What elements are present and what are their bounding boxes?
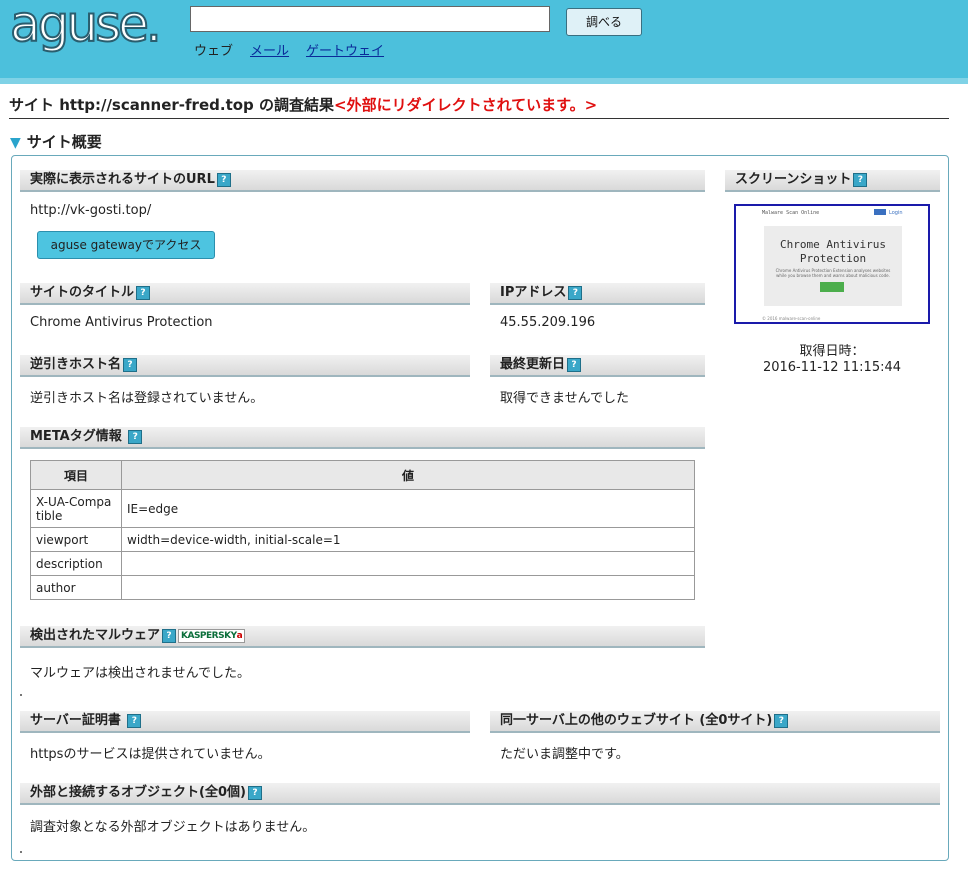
help-icon[interactable]: ? [162, 628, 177, 643]
table-row: description [30, 551, 695, 576]
table-row: X-UA-Compatible IE=edge [30, 489, 695, 528]
help-icon[interactable]: ? [567, 357, 582, 372]
search-input[interactable] [190, 6, 550, 32]
external-objects-value: 調査対象となる外部オブジェクトはありません。 [30, 820, 316, 835]
ip-header: IPアドレス? [490, 283, 705, 305]
screenshot-mini-button [874, 209, 886, 215]
reverse-host-header: 逆引きホスト名? [20, 355, 470, 377]
certificate-header: サーバー証明書 ? [20, 711, 470, 733]
help-icon[interactable]: ? [774, 713, 789, 728]
same-server-value: ただいま調整中です。 [500, 747, 629, 762]
table-row: author [30, 575, 695, 600]
divider-dot [20, 851, 22, 853]
screenshot-date: 取得日時： 2016-11-12 11:15:44 [762, 344, 902, 375]
ip-value: 45.55.209.196 [500, 315, 596, 330]
screenshot-mini-link: Login [889, 210, 903, 216]
screenshot-install-button [820, 282, 844, 292]
help-icon[interactable]: ? [127, 713, 142, 728]
actual-url-value: http://vk-gosti.top/ [30, 203, 152, 218]
help-icon[interactable]: ? [216, 172, 231, 187]
help-icon[interactable]: ? [123, 357, 138, 372]
help-icon[interactable]: ? [568, 285, 583, 300]
table-row: viewport width=device-width, initial-sca… [30, 527, 695, 552]
meta-header: METAタグ情報 ? [20, 427, 705, 449]
nav-gateway[interactable]: ゲートウェイ [306, 40, 384, 59]
site-title-value: Chrome Antivirus Protection [30, 315, 213, 330]
help-icon[interactable]: ? [128, 429, 143, 444]
nav-web[interactable]: ウェブ [194, 40, 233, 59]
screenshot-jumbotron: Chrome Antivirus Protection Chrome Antiv… [764, 226, 902, 306]
nav-mail[interactable]: メール [250, 40, 289, 59]
kaspersky-logo[interactable]: KASPERSKYa [178, 628, 246, 643]
triangle-down-icon: ▼ [10, 135, 21, 151]
site-screenshot[interactable]: Malware Scan Online Login Chrome Antivir… [734, 204, 930, 324]
help-icon[interactable]: ? [247, 785, 262, 800]
last-modified-value: 取得できませんでした [500, 391, 629, 406]
external-objects-header: 外部と接続するオブジェクト(全0個)? [20, 783, 940, 805]
screenshot-header: スクリーンショット? [725, 170, 940, 192]
actual-url-header: 実際に表示されるサイトのURL? [20, 170, 705, 192]
reverse-host-value: 逆引きホスト名は登録されていません。 [30, 391, 264, 406]
meta-col-key: 項目 [30, 460, 122, 490]
malware-value: マルウェアは検出されませんでした。 [30, 666, 250, 681]
last-modified-header: 最終更新日? [490, 355, 705, 377]
section-title[interactable]: ▼ サイト概要 [10, 131, 102, 152]
redirect-notice: <外部にリダイレクトされています。> [334, 96, 598, 114]
help-icon[interactable]: ? [853, 172, 868, 187]
aguse-logo[interactable]: aguse. [9, 0, 163, 54]
meta-table: 項目 値 X-UA-Compatible IE=edge viewport wi… [30, 460, 695, 600]
certificate-value: httpsのサービスは提供されていません。 [30, 747, 271, 762]
site-title-header: サイトのタイトル? [20, 283, 470, 305]
page-title: サイト http://scanner-fred.top の調査結果<外部にリダイ… [9, 96, 949, 119]
header-strip [0, 78, 968, 84]
gateway-button[interactable]: aguse gatewayでアクセス [37, 231, 215, 259]
malware-header: 検出されたマルウェア? KASPERSKYa [20, 626, 705, 648]
meta-col-value: 値 [121, 460, 695, 490]
help-icon[interactable]: ? [136, 285, 151, 300]
same-server-header: 同一サーバ上の他のウェブサイト (全0サイト)? [490, 711, 940, 733]
search-button[interactable]: 調べる [566, 8, 642, 36]
header-bar: aguse. 調べる ウェブ メール ゲートウェイ [0, 0, 968, 84]
divider-dot [20, 694, 22, 696]
